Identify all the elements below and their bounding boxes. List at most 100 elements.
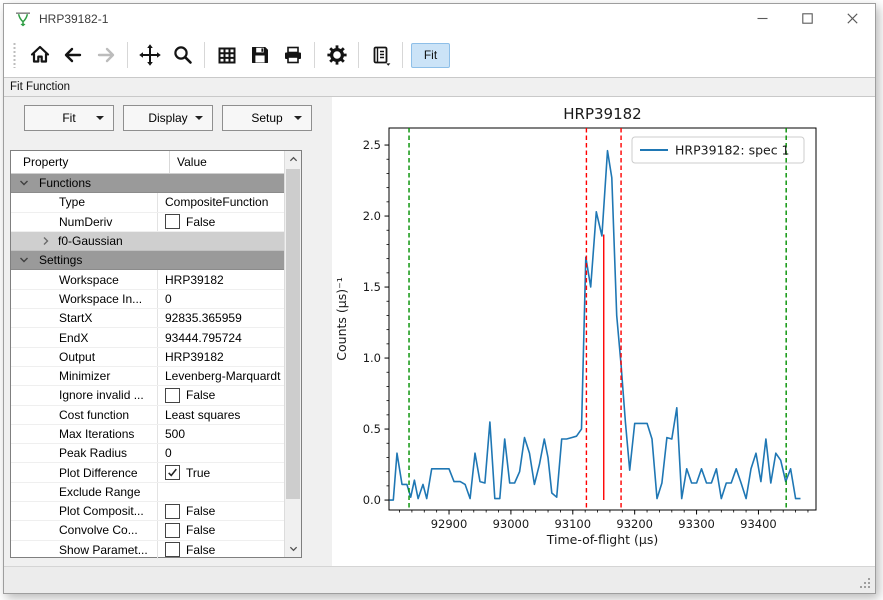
generate-script-button[interactable] — [365, 41, 396, 70]
close-button[interactable] — [830, 4, 875, 33]
y-tick-label: 2.5 — [363, 138, 381, 152]
y-tick-label: 1.0 — [363, 351, 381, 365]
plot-canvas[interactable]: HRP391829290093000931009320093300934000.… — [332, 97, 872, 565]
plot-toolbar: Fit — [4, 33, 875, 77]
row-value-cell[interactable]: CompositeFunction — [157, 193, 284, 211]
property-table: Property Value FunctionsTypeCompositeFun… — [10, 150, 302, 558]
pan-button[interactable] — [134, 41, 165, 70]
row-value-cell[interactable]: 93444.795724 — [157, 328, 284, 346]
x-axis-label: Time-of-flight (μs) — [546, 532, 659, 547]
table-row-endx[interactable]: EndX93444.795724 — [11, 328, 284, 347]
row-value-cell[interactable]: 0 — [157, 444, 284, 462]
chevron-down-icon — [195, 116, 203, 120]
row-value-cell[interactable]: 92835.365959 — [157, 309, 284, 327]
row-value-cell[interactable]: 500 — [157, 425, 284, 443]
row-value-cell[interactable]: Levenberg-Marquardt — [157, 367, 284, 385]
configure-subplots-button[interactable] — [211, 41, 242, 70]
row-value: 0 — [165, 446, 172, 460]
row-label: Workspace In... — [11, 292, 157, 306]
toolbar-drag-handle[interactable] — [12, 42, 17, 68]
print-button[interactable] — [277, 41, 308, 70]
y-tick-label: 1.5 — [363, 280, 381, 294]
checkbox[interactable] — [165, 542, 180, 557]
table-row-plot-composit[interactable]: Plot Composit...False — [11, 502, 284, 521]
table-row-ignore-invalid[interactable]: Ignore invalid ...False — [11, 386, 284, 405]
checkbox[interactable] — [165, 465, 180, 480]
print-icon — [282, 44, 304, 66]
table-row-exclude-range[interactable]: Exclude Range — [11, 483, 284, 502]
row-value-cell[interactable]: False — [157, 541, 284, 559]
table-row-cost-function[interactable]: Cost functionLeast squares — [11, 406, 284, 425]
row-value: False — [186, 388, 215, 402]
fit-menu-button[interactable]: Fit — [24, 105, 114, 131]
row-value-cell[interactable]: False — [157, 386, 284, 404]
value-column-header: Value — [169, 151, 284, 173]
y-tick-label: 0.5 — [363, 422, 381, 436]
table-row-workspace[interactable]: WorkspaceHRP39182 — [11, 270, 284, 289]
row-value-cell[interactable]: Least squares — [157, 406, 284, 424]
fit-toggle-button[interactable]: Fit — [411, 43, 450, 68]
row-value-cell[interactable] — [157, 483, 284, 501]
scroll-down-button[interactable] — [285, 540, 301, 557]
row-label: StartX — [11, 311, 157, 325]
row-value: False — [186, 504, 215, 518]
scrollbar-thumb[interactable] — [286, 169, 300, 499]
maximize-button[interactable] — [785, 4, 830, 33]
chevron-down-icon — [19, 255, 29, 265]
minimize-button[interactable] — [740, 4, 785, 33]
title-bar[interactable]: HRP39182-1 — [4, 4, 875, 33]
row-label: Max Iterations — [11, 427, 157, 441]
customize-button[interactable] — [321, 41, 352, 70]
zoom-button[interactable] — [167, 41, 198, 70]
table-row-startx[interactable]: StartX92835.365959 — [11, 309, 284, 328]
chevron-down-icon — [294, 116, 302, 120]
table-row-minimizer[interactable]: MinimizerLevenberg-Marquardt — [11, 367, 284, 386]
table-row-workspace-in[interactable]: Workspace In...0 — [11, 290, 284, 309]
back-button[interactable] — [57, 41, 88, 70]
table-row-numderiv[interactable]: NumDerivFalse — [11, 213, 284, 232]
table-row-settings[interactable]: Settings — [11, 251, 284, 270]
table-row-max-iterations[interactable]: Max Iterations500 — [11, 425, 284, 444]
checkbox[interactable] — [165, 388, 180, 403]
row-label: Type — [11, 195, 157, 209]
row-value-cell[interactable]: 0 — [157, 290, 284, 308]
resize-grip-icon[interactable] — [859, 577, 871, 589]
row-value-cell[interactable]: HRP39182 — [157, 348, 284, 366]
row-value-cell[interactable]: False — [157, 213, 284, 231]
display-menu-button[interactable]: Display — [123, 105, 213, 131]
table-row-show-paramet[interactable]: Show Paramet...False — [11, 541, 284, 560]
chevron-up-icon — [289, 155, 298, 164]
checkbox[interactable] — [165, 214, 180, 229]
row-value-cell[interactable]: False — [157, 502, 284, 520]
table-row-functions[interactable]: Functions — [11, 174, 284, 193]
row-value: Levenberg-Marquardt — [165, 369, 280, 383]
checkbox[interactable] — [165, 504, 180, 519]
checkmark-icon — [167, 467, 178, 478]
table-row-convolve-co[interactable]: Convolve Co...False — [11, 521, 284, 540]
scroll-up-button[interactable] — [285, 151, 301, 168]
table-row-peak-radius[interactable]: Peak Radius0 — [11, 444, 284, 463]
table-row-output[interactable]: OutputHRP39182 — [11, 348, 284, 367]
forward-icon — [95, 44, 117, 66]
table-row-plot-difference[interactable]: Plot DifferenceTrue — [11, 463, 284, 482]
table-row-type[interactable]: Type CompositeFunction — [11, 193, 284, 212]
checkbox[interactable] — [165, 523, 180, 538]
chevron-down-icon — [289, 544, 298, 553]
row-value: Least squares — [165, 408, 240, 422]
table-scrollbar[interactable] — [284, 151, 301, 557]
toolbar-separator — [314, 42, 315, 68]
save-button[interactable] — [244, 41, 275, 70]
table-row-f0-gaussian[interactable]: f0-Gaussian — [11, 232, 284, 251]
row-value: CompositeFunction — [165, 195, 268, 209]
row-value-cell[interactable]: True — [157, 463, 284, 481]
row-value-cell[interactable]: HRP39182 — [157, 270, 284, 288]
chevron-down-icon — [96, 116, 104, 120]
home-button[interactable] — [24, 41, 55, 70]
pan-icon — [139, 44, 161, 66]
x-tick-label: 92900 — [431, 517, 468, 531]
forward-button[interactable] — [90, 41, 121, 70]
fit-function-panel: Fit Display Setup Property Value — [4, 97, 332, 567]
row-value: False — [186, 543, 215, 557]
setup-menu-button[interactable]: Setup — [222, 105, 312, 131]
row-value-cell[interactable]: False — [157, 521, 284, 539]
